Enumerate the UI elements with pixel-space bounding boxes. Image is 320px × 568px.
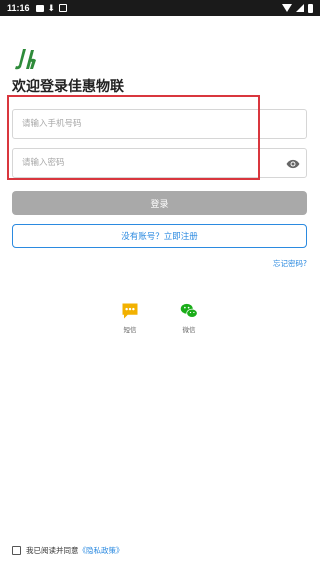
status-right [282, 3, 313, 13]
sms-label: 短信 [123, 326, 137, 334]
register-button[interactable]: 没有账号？立即注册 [12, 224, 307, 248]
download-icon: ⬇ [47, 2, 56, 13]
agreement-checkbox[interactable] [12, 546, 21, 555]
agreement-text: 我已阅读并同意 [26, 546, 79, 555]
battery-icon [308, 3, 313, 13]
status-time: 11:16 [7, 3, 30, 13]
highlight-box [7, 95, 260, 180]
jiahui-logo-icon [15, 49, 36, 70]
status-bar: 11:16 ⬇ [0, 0, 320, 16]
sms-icon [122, 303, 138, 319]
forgot-password-link[interactable]: 忘记密码? [273, 258, 307, 269]
notification-icon [59, 4, 68, 12]
login-button[interactable]: 登录 [12, 191, 307, 215]
wechat-login-button[interactable]: 微信 [177, 302, 201, 334]
eye-icon[interactable] [286, 157, 300, 171]
image-icon [35, 4, 44, 12]
page-title: 欢迎登录佳惠物联 [12, 79, 124, 95]
wifi-icon [282, 4, 292, 12]
agreement-row: 我已阅读并同意 《隐私政策》 [12, 545, 124, 556]
wechat-icon [180, 303, 198, 318]
wechat-label: 微信 [182, 326, 196, 334]
signal-icon [296, 4, 304, 12]
privacy-policy-link[interactable]: 《隐私政策》 [79, 545, 124, 556]
login-screen: 11:16 ⬇ 欢迎登录佳惠物联 登录 没有账号？立即注册 忘记密码? [0, 0, 320, 568]
sms-login-button[interactable]: 短信 [118, 302, 142, 334]
